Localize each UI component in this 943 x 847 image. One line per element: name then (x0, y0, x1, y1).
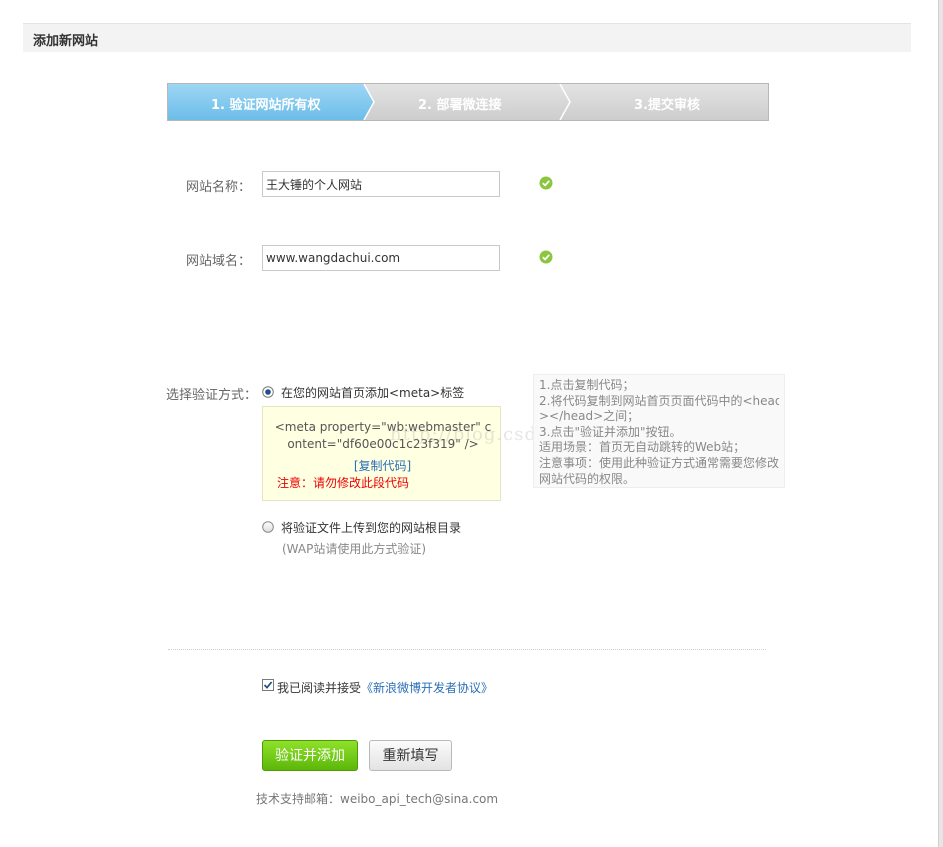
meta-warning: 注意：请勿修改此段代码 (277, 476, 410, 490)
reset-button[interactable]: 重新填写 (369, 740, 452, 771)
page-title: 添加新网站 (33, 34, 99, 49)
help-line: ></head>之间； (539, 409, 640, 424)
step-2-label: 2. 部署微连接 (418, 98, 502, 113)
meta-code-box: <meta property="wb:webmaster" content="d… (262, 406, 501, 501)
verify-method-label: 选择验证方式： (166, 388, 258, 403)
help-line: 适用场景：首页无自动跳转的Web站； (539, 440, 746, 455)
radio-file-unselected[interactable] (262, 521, 274, 533)
help-line: 1.点击复制代码； (539, 378, 635, 392)
step-3-label: 3.提交审核 (634, 98, 700, 113)
help-line: 注意事项：使用此种验证方式通常需要您修改 (539, 455, 779, 470)
agreement-text: 我已阅读并接受《新浪微博开发者协议》 (277, 679, 493, 696)
site-name-input[interactable] (262, 171, 500, 197)
page-header: 添加新网站 (23, 24, 911, 52)
check-circle-icon (539, 250, 553, 264)
radio-file-label[interactable]: 将验证文件上传到您的网站根目录 (281, 519, 461, 536)
step-indicator: 1. 验证网站所有权 2. 部署微连接 3.提交审核 (167, 83, 769, 121)
agreement-checkbox[interactable] (262, 679, 274, 691)
radio-meta-label[interactable]: 在您的网站首页添加<meta>标签 (281, 384, 464, 401)
meta-code: <meta property="wb:webmaster" content="d… (274, 420, 492, 451)
wap-hint: (WAP站请使用此方式验证) (282, 542, 427, 556)
dotted-divider (168, 649, 766, 650)
window-right-edge (938, 0, 943, 847)
support-email: 技术支持邮箱：weibo_api_tech@sina.com (256, 792, 499, 806)
check-circle-icon (539, 176, 553, 190)
agreement-link[interactable]: 《新浪微博开发者协议》 (361, 681, 493, 695)
site-name-label: 网站名称： (186, 180, 252, 195)
radio-meta-selected[interactable] (262, 386, 274, 398)
site-domain-input[interactable] (262, 245, 500, 271)
help-line: 网站代码的权限。 (539, 471, 636, 486)
verify-add-button[interactable]: 验证并添加 (262, 740, 358, 771)
step-1-label: 1. 验证网站所有权 (211, 98, 321, 113)
help-line: 2.将代码复制到网站首页页面代码中的<head (539, 393, 779, 408)
copy-code-link[interactable]: [复制代码] (263, 457, 502, 474)
help-box: 1.点击复制代码； 2.将代码复制到网站首页页面代码中的<head ></hea… (533, 374, 785, 488)
agreement-label: 我已阅读并接受 (277, 681, 362, 695)
site-domain-label: 网站域名： (186, 254, 252, 269)
help-line: 3.点击"验证并添加"按钮。 (539, 424, 682, 439)
